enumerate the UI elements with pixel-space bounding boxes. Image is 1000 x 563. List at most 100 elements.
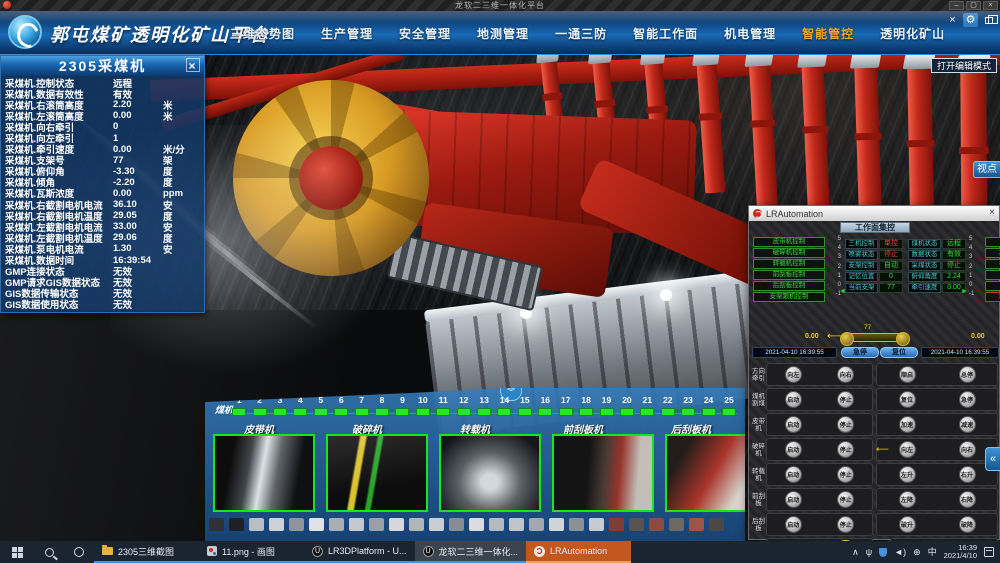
round-button[interactable]: 停止 [837,516,854,533]
taskbar-app-3[interactable]: U龙软二三维一体化... [415,541,527,563]
filmstrip-thumb-15[interactable] [509,518,524,531]
support-indicator-11[interactable]: 11 [433,395,453,416]
round-button[interactable]: 破升 [899,516,916,533]
close-button[interactable]: × [983,1,998,10]
filmstrip-thumb-11[interactable] [429,518,444,531]
support-indicator-6[interactable]: 6 [331,395,351,416]
green-button-left-3[interactable]: 前刮板控制 [753,270,825,280]
filmstrip-thumb-1[interactable] [229,518,244,531]
nav-item-7[interactable]: 智能管控 [802,25,854,42]
green-button-right-3[interactable]: 支架跟机 [985,270,1000,280]
round-button[interactable]: 加速 [899,416,916,433]
camera-thumbnail-2[interactable] [439,434,541,512]
minimize-button[interactable]: – [949,1,964,10]
round-button[interactable]: 向左 [785,366,802,383]
support-indicator-17[interactable]: 17 [556,395,576,416]
nav-item-8[interactable]: 透明化矿山 [880,25,945,42]
taskbar-app-1[interactable]: 11.png - 画图 [199,541,304,563]
support-indicator-9[interactable]: 9 [392,395,412,416]
round-button[interactable]: 停止 [837,466,854,483]
green-button-left-2[interactable]: 转载机控制 [753,259,825,269]
taskbar-app-4[interactable]: ƆLRAutomation [526,541,631,563]
filmstrip-thumb-7[interactable] [349,518,364,531]
round-button[interactable]: 启动 [785,391,802,408]
tools-icon[interactable]: × [945,13,960,27]
filmstrip-thumb-19[interactable] [589,518,604,531]
nav-item-0[interactable]: 三维态势图 [230,25,295,42]
support-indicator-10[interactable]: 10 [413,395,433,416]
workface-control-tab[interactable]: 工作面集控 [840,222,910,233]
filmstrip-thumb-2[interactable] [249,518,264,531]
green-button-left-5[interactable]: 支架跟机控制 [753,292,825,302]
camera-thumbnail-4[interactable] [665,434,745,512]
round-button[interactable]: 减速 [959,416,976,433]
filmstrip-thumb-12[interactable] [449,518,464,531]
round-button[interactable]: 启动 [785,491,802,508]
volume-icon[interactable]: ◄) [894,541,906,563]
nav-item-1[interactable]: 生产管理 [321,25,373,42]
filmstrip-thumb-6[interactable] [329,518,344,531]
filmstrip-thumb-23[interactable] [669,518,684,531]
edit-mode-button[interactable]: 打开编辑模式 [931,58,997,73]
green-button-right-4[interactable]: 喷雾跟机 [985,281,1000,291]
support-indicator-21[interactable]: 21 [637,395,657,416]
camera-thumbnail-0[interactable] [213,434,315,512]
support-indicator-20[interactable]: 20 [617,395,637,416]
filmstrip-thumb-10[interactable] [409,518,424,531]
camera-thumbnail-1[interactable] [326,434,428,512]
green-button-left-1[interactable]: 破碎机控制 [753,248,825,258]
support-indicator-12[interactable]: 12 [453,395,473,416]
support-indicator-14[interactable]: 14 [494,395,514,416]
round-button[interactable]: 停止 [837,416,854,433]
round-button[interactable]: 左升 [899,466,916,483]
settings-gear-icon[interactable]: ⚙ [963,13,978,27]
filmstrip-thumb-8[interactable] [369,518,384,531]
panel-collapse-tab[interactable]: « [985,447,1000,471]
maximize-button[interactable]: ▢ [966,1,981,10]
support-indicator-8[interactable]: 8 [372,395,392,416]
support-indicator-23[interactable]: 23 [678,395,698,416]
support-indicator-7[interactable]: 7 [351,395,371,416]
filmstrip-thumb-18[interactable] [569,518,584,531]
round-button[interactable]: 停止 [837,391,854,408]
usb-icon[interactable]: ψ [866,541,872,563]
round-button[interactable]: 停止 [837,441,854,458]
round-button[interactable]: 向左 [899,441,916,458]
search-icon[interactable] [34,548,64,557]
nav-item-6[interactable]: 机电管理 [724,25,776,42]
filmstrip-thumb-16[interactable] [529,518,544,531]
support-indicator-5[interactable]: 5 [311,395,331,416]
reset-button[interactable]: 复位 [880,347,918,358]
estop-button[interactable]: 急停 [841,347,879,358]
green-button-right-0[interactable]: 煤机跟机 [985,237,1000,247]
green-button-left-4[interactable]: 后刮板控制 [753,281,825,291]
support-indicator-16[interactable]: 16 [535,395,555,416]
round-button[interactable]: 急停 [959,391,976,408]
filmstrip-thumb-17[interactable] [549,518,564,531]
support-indicator-15[interactable]: 15 [515,395,535,416]
filmstrip-thumb-5[interactable] [309,518,324,531]
window-restore-icon[interactable] [981,13,996,27]
cortana-icon[interactable] [64,547,94,557]
support-indicator-18[interactable]: 18 [576,395,596,416]
taskbar-clock[interactable]: 16:392021/4/10 [944,544,977,560]
round-button[interactable]: 总停 [959,366,976,383]
round-button[interactable]: 启动 [785,416,802,433]
viewpoint-tab[interactable]: 视点 [973,161,1000,178]
nav-item-5[interactable]: 智能工作面 [633,25,698,42]
round-button[interactable]: 启动 [785,466,802,483]
taskbar-app-2[interactable]: ULR3DPlatform - U... [304,541,415,563]
filmstrip-thumb-13[interactable] [469,518,484,531]
panel-close-icon[interactable]: × [186,58,200,72]
support-indicator-25[interactable]: 25 [719,395,739,416]
filmstrip-thumb-14[interactable] [489,518,504,531]
round-button[interactable]: 向右 [959,441,976,458]
support-indicator-22[interactable]: 22 [658,395,678,416]
security-shield-icon[interactable] [879,548,887,557]
round-button[interactable]: 启动 [785,516,802,533]
tray-chevron-up-icon[interactable]: ∧ [852,541,859,563]
round-button[interactable]: 左降 [899,491,916,508]
nav-item-3[interactable]: 地测管理 [477,25,529,42]
round-button[interactable]: 顺启 [899,366,916,383]
taskbar-app-0[interactable]: 2305三维截图 [94,541,199,563]
